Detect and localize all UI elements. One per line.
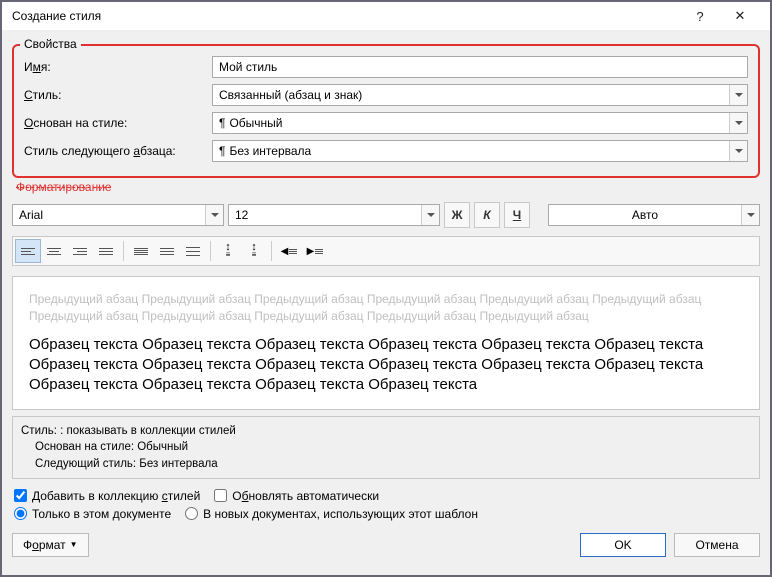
align-right-button[interactable] [67,239,93,263]
name-input[interactable] [212,56,748,78]
next-style-select[interactable]: ¶Без интервала [212,140,748,162]
chevron-down-icon [729,85,747,105]
dialog-title: Создание стиля [12,9,680,23]
preview-previous: Предыдущий абзац Предыдущий абзац Предыд… [29,291,743,325]
preview-box: Предыдущий абзац Предыдущий абзац Предыд… [12,276,760,410]
chevron-down-icon [741,205,759,225]
style-description: Стиль: : показывать в коллекции стилей О… [12,416,760,478]
properties-legend: Свойства [20,37,81,51]
font-color-select[interactable]: Авто [548,204,760,226]
only-this-doc-radio[interactable]: Только в этом документе [14,507,171,521]
titlebar: Создание стиля ? ✕ [2,2,770,30]
align-center-button[interactable] [41,239,67,263]
italic-button[interactable]: К [474,202,500,228]
chevron-down-icon [421,205,439,225]
paragraph-toolbar: ↕≡ ↕≡ ◀ ▶ [12,236,760,266]
align-left-button[interactable] [15,239,41,263]
align-justify-button[interactable] [93,239,119,263]
ok-button[interactable]: OK [580,533,666,557]
line-spacing-2-button[interactable] [180,239,206,263]
format-menu-button[interactable]: Формат ▼ [12,533,89,557]
next-label: Стиль следующего абзаца: [24,144,204,158]
based-on-select[interactable]: ¶Обычный [212,112,748,134]
chevron-down-icon [729,113,747,133]
help-button[interactable]: ? [680,9,720,24]
based-label: Основан на стиле: [24,116,204,130]
properties-group: Свойства Имя: Стиль: Связанный (абзац и … [12,44,760,178]
chevron-down-icon [729,141,747,161]
indent-increase-button[interactable]: ▶ [302,239,328,263]
underline-button[interactable]: Ч [504,202,530,228]
new-docs-radio[interactable]: В новых документах, использующих этот ша… [185,507,478,521]
create-style-dialog: Создание стиля ? ✕ Свойства Имя: Стиль: … [2,2,770,575]
space-before-inc-button[interactable]: ↕≡ [215,239,241,263]
type-label: Стиль: [24,88,204,102]
add-to-gallery-checkbox[interactable]: Добавить в коллекцию стилей [14,489,200,503]
pilcrow-icon: ¶ [219,116,225,130]
space-before-dec-button[interactable]: ↕≡ [241,239,267,263]
close-button[interactable]: ✕ [720,8,760,24]
auto-update-checkbox[interactable]: Обновлять автоматически [214,489,379,503]
type-select[interactable]: Связанный (абзац и знак) [212,84,748,106]
cancel-button[interactable]: Отмена [674,533,760,557]
preview-sample: Образец текста Образец текста Образец те… [29,335,743,396]
font-size-select[interactable]: 12 [228,204,440,226]
name-label: Имя: [24,60,204,74]
chevron-down-icon [205,205,223,225]
divider [123,241,124,261]
divider [271,241,272,261]
divider [210,241,211,261]
formatting-legend: Форматирование [12,180,760,194]
line-spacing-1-button[interactable] [128,239,154,263]
pilcrow-icon: ¶ [219,144,225,158]
bold-button[interactable]: Ж [444,202,470,228]
font-toolbar: Arial 12 Ж К Ч Авто [12,202,760,228]
line-spacing-1-5-button[interactable] [154,239,180,263]
indent-decrease-button[interactable]: ◀ [276,239,302,263]
font-family-select[interactable]: Arial [12,204,224,226]
